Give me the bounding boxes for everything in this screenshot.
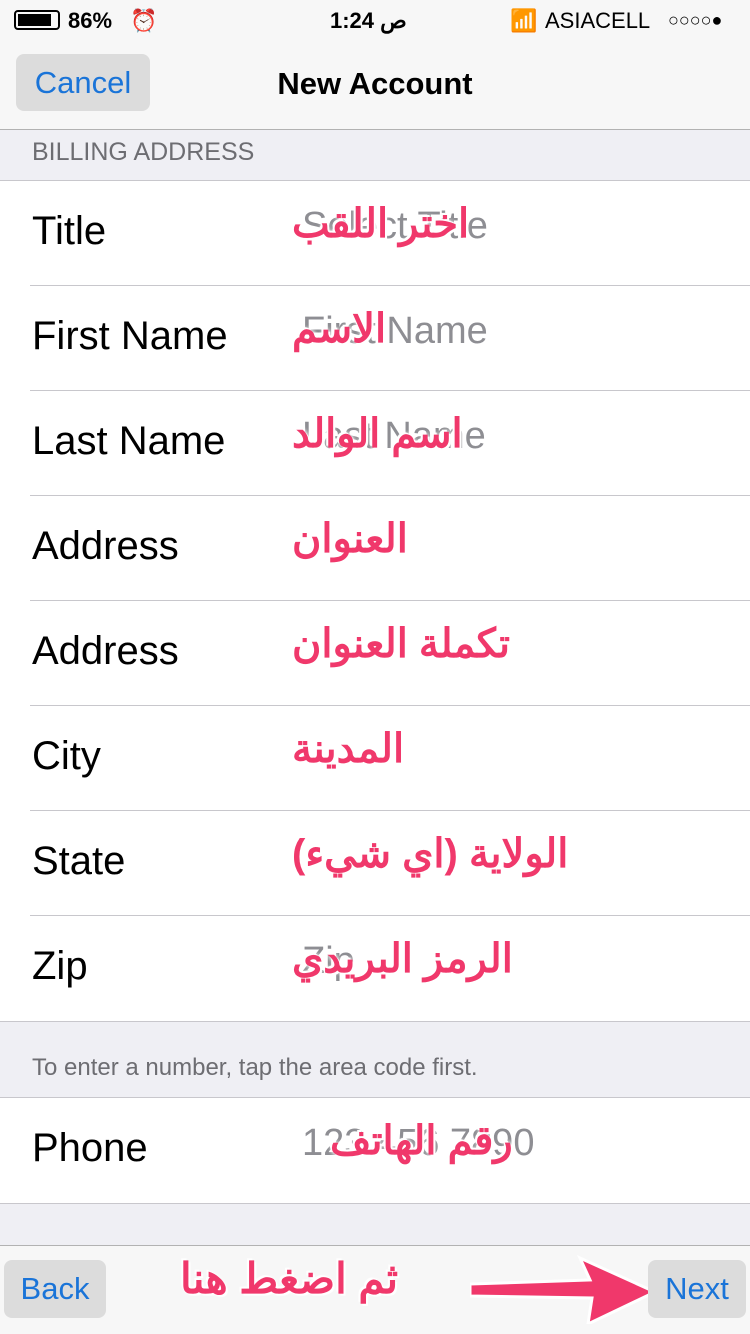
signal-icon: ○○○○●	[668, 10, 723, 30]
field-label: Address	[32, 629, 179, 673]
next-button[interactable]: Next	[648, 1260, 746, 1318]
field-annotation: تكملة العنوان	[292, 622, 510, 666]
field-label: Title	[32, 209, 107, 253]
section-header: BILLING ADDRESS	[32, 138, 255, 166]
field-label: Zip	[32, 944, 88, 988]
battery-icon	[14, 10, 60, 30]
field-annotation: اسم الوالد	[292, 412, 463, 456]
clock: 1:24 ص	[330, 8, 407, 33]
field-label: Address	[32, 524, 179, 568]
page-title: New Account	[277, 66, 473, 101]
field-annotation: العنوان	[292, 517, 408, 561]
field-annotation: المدينة	[292, 727, 405, 771]
wifi-icon: 📶	[510, 8, 538, 33]
status-bar: 86% ⏰ 1:24 ص 📶 ASIACELL ○○○○●	[0, 0, 750, 40]
field-label: State	[32, 839, 126, 883]
field-annotation: الولاية (اي شيء)	[292, 832, 569, 876]
field-label: First Name	[32, 314, 228, 358]
phone-section: Phone 123 456 7890 رقم الهاتف	[0, 1097, 750, 1204]
back-button[interactable]: Back	[4, 1260, 106, 1318]
arrow-icon	[470, 1254, 659, 1324]
form-row-last-name[interactable]: Last Name Last Name اسم الوالد	[30, 391, 750, 496]
billing-form: Title Select Title اختر اللقب First Name …	[0, 180, 750, 1022]
battery-percent: 86%	[68, 8, 113, 33]
phone-annotation: رقم الهاتف	[330, 1119, 513, 1163]
phone-label: Phone	[32, 1126, 148, 1170]
field-annotation: اختر اللقب	[292, 202, 470, 246]
bottom-toolbar: Back ثم اضغط هنا Next	[0, 1245, 750, 1334]
form-row-address[interactable]: Address تكملة العنوان	[30, 601, 750, 706]
alarm-icon: ⏰	[130, 8, 158, 33]
field-annotation: الاسم	[292, 307, 387, 351]
form-row-address[interactable]: Address العنوان	[30, 496, 750, 601]
form-row-first-name[interactable]: First Name First Name الاسم	[30, 286, 750, 391]
field-annotation: الرمز البريدي	[292, 937, 513, 981]
phone-note: To enter a number, tap the area code fir…	[32, 1054, 478, 1081]
form-row-title[interactable]: Title Select Title اختر اللقب	[30, 181, 750, 286]
field-label: City	[32, 734, 101, 778]
next-hint-annotation: ثم اضغط هنا	[180, 1255, 399, 1302]
form-row-city[interactable]: City المدينة	[30, 706, 750, 811]
phone-row[interactable]: Phone 123 456 7890 رقم الهاتف	[30, 1098, 750, 1203]
form-row-zip[interactable]: Zip Zip الرمز البريدي	[30, 916, 750, 1021]
field-label: Last Name	[32, 419, 226, 463]
form-row-state[interactable]: State الولاية (اي شيء)	[30, 811, 750, 916]
carrier: ASIACELL	[545, 8, 651, 33]
navigation-bar: Cancel New Account	[0, 40, 750, 130]
